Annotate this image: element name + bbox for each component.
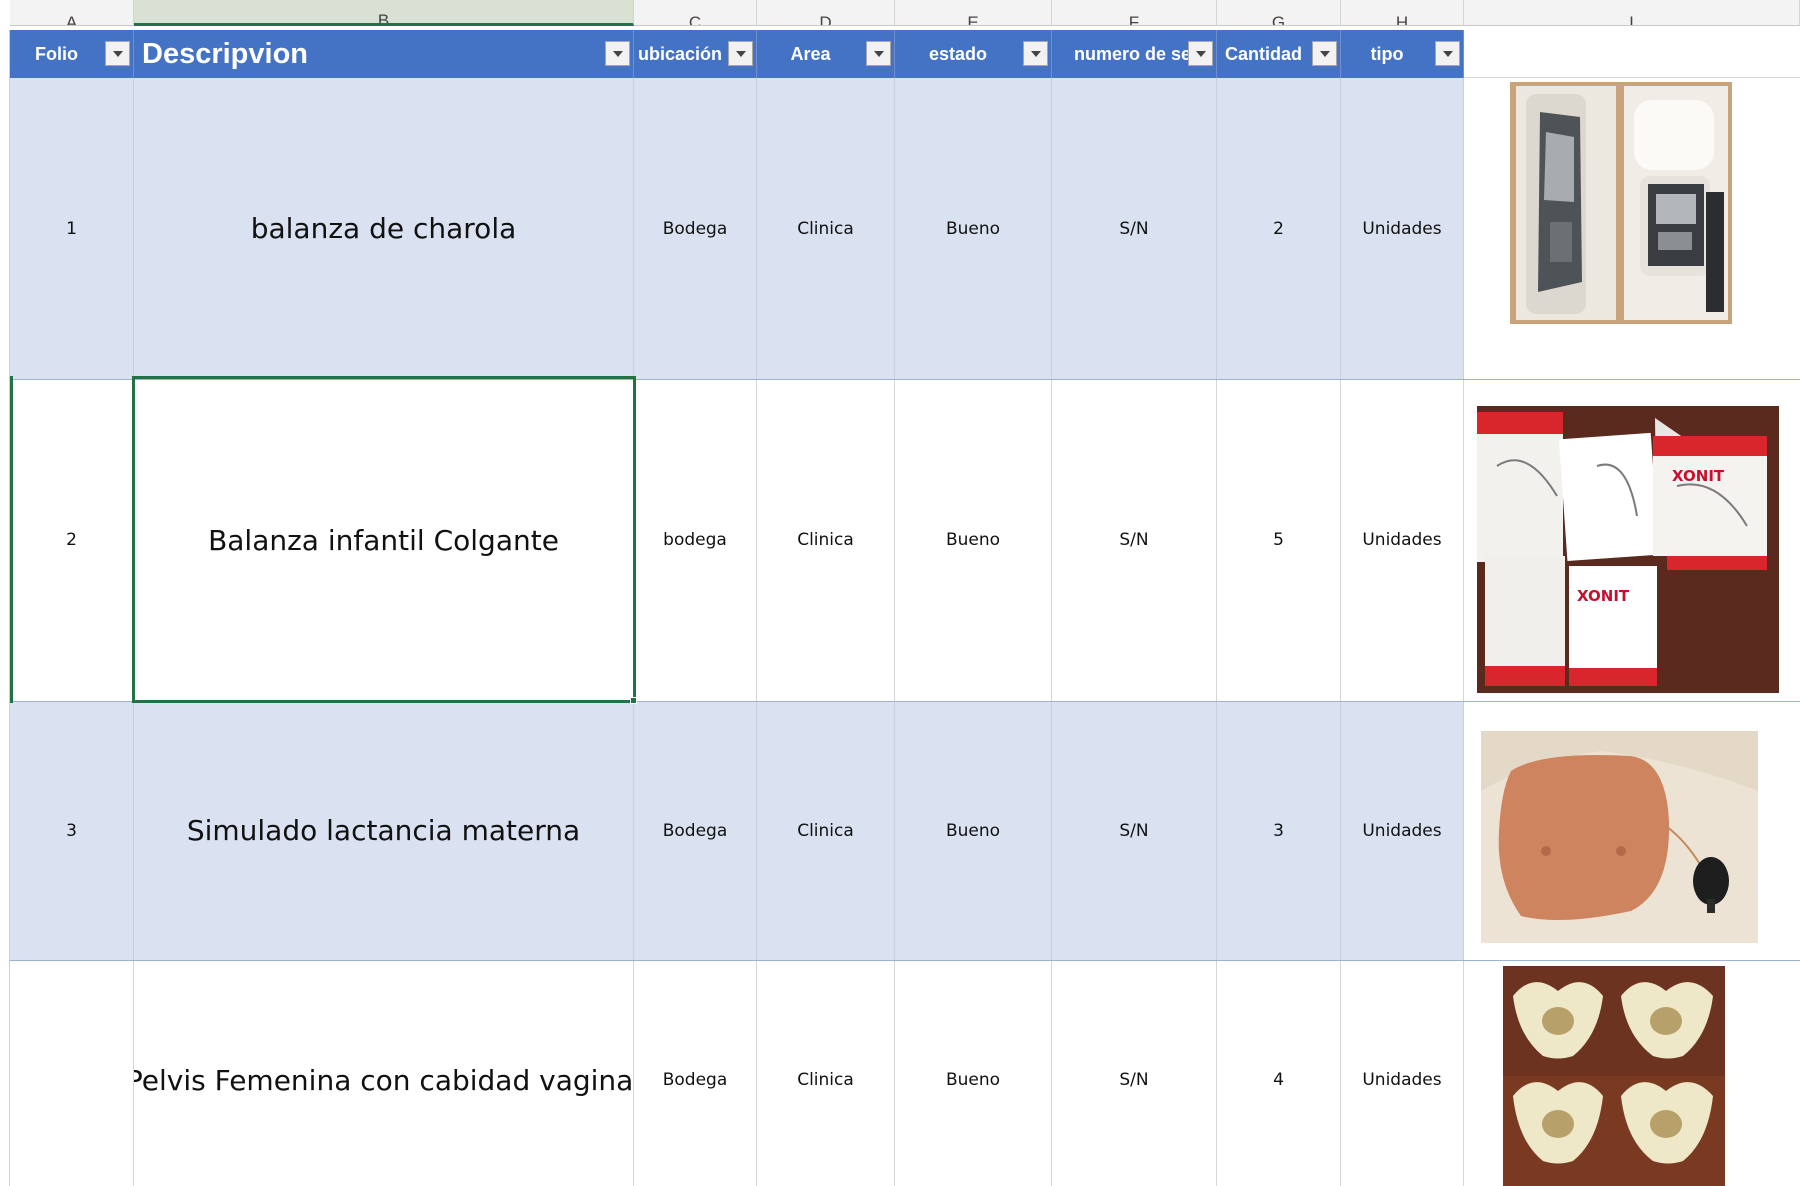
cell-folio[interactable]	[10, 960, 134, 1186]
cell-ubicacion[interactable]: Bodega	[634, 78, 757, 379]
filter-dropdown-estado[interactable]	[1023, 41, 1048, 66]
fill-handle[interactable]	[630, 697, 637, 704]
filter-dropdown-tipo[interactable]	[1435, 41, 1460, 66]
cell-estado[interactable]: Bueno	[895, 701, 1052, 960]
cell-folio[interactable]: 2	[10, 379, 134, 701]
cell-tipo[interactable]: Unidades	[1341, 960, 1464, 1186]
header-ubicacion: ubicación	[634, 30, 757, 78]
column-header-i[interactable]: I	[1464, 0, 1800, 26]
cell-cantidad[interactable]: 4	[1217, 960, 1341, 1186]
column-header-c[interactable]: C	[634, 0, 757, 26]
cell-descripcion[interactable]: Pelvis Femenina con cabidad vaginal	[134, 960, 634, 1186]
cell-cantidad[interactable]: 5	[1217, 379, 1341, 701]
cell-tipo[interactable]: Unidades	[1341, 701, 1464, 960]
cell-area[interactable]: Clinica	[757, 701, 895, 960]
xonit-logo-1: XONIT	[1672, 467, 1725, 485]
column-header-a[interactable]: A	[10, 0, 134, 26]
cell-numero-serie[interactable]: S/N	[1052, 78, 1217, 379]
cell-folio[interactable]: 1	[10, 78, 134, 379]
header-blank-i	[1464, 30, 1800, 78]
cell-numero-serie[interactable]: S/N	[1052, 701, 1217, 960]
header-numero-serie: numero de serie	[1052, 30, 1217, 78]
boxed-tray-scale-photo	[1510, 82, 1732, 324]
cell-cantidad[interactable]: 2	[1217, 78, 1341, 379]
cell-estado[interactable]: Bueno	[895, 960, 1052, 1186]
active-cell-selection	[132, 376, 636, 703]
cell-tipo[interactable]: Unidades	[1341, 78, 1464, 379]
breastfeeding-simulator-photo	[1481, 731, 1758, 943]
filter-dropdown-numero-serie[interactable]	[1188, 41, 1213, 66]
cell-estado[interactable]: Bueno	[895, 379, 1052, 701]
cell-cantidad[interactable]: 3	[1217, 701, 1341, 960]
column-header-e[interactable]: E	[895, 0, 1052, 26]
header-area: Area	[757, 30, 895, 78]
cell-ubicacion[interactable]: bodega	[634, 379, 757, 701]
filter-dropdown-folio[interactable]	[105, 41, 130, 66]
cell-descripcion[interactable]: balanza de charola	[134, 78, 634, 379]
header-tipo: tipo	[1341, 30, 1464, 78]
column-header-h[interactable]: H	[1341, 0, 1464, 26]
header-estado: estado	[895, 30, 1052, 78]
cell-descripcion[interactable]: Simulado lactancia materna	[134, 701, 634, 960]
female-pelvis-models-photo	[1503, 966, 1725, 1186]
cell-numero-serie[interactable]: S/N	[1052, 960, 1217, 1186]
cell-area[interactable]: Clinica	[757, 379, 895, 701]
column-header-f[interactable]: F	[1052, 0, 1217, 26]
cell-ubicacion[interactable]: Bodega	[634, 701, 757, 960]
cell-area[interactable]: Clinica	[757, 78, 895, 379]
filter-dropdown-area[interactable]	[866, 41, 891, 66]
filter-dropdown-cantidad[interactable]	[1312, 41, 1337, 66]
column-header-g[interactable]: G	[1217, 0, 1341, 26]
column-header-b[interactable]: B	[134, 0, 634, 26]
row-divider	[10, 960, 1800, 961]
cell-tipo[interactable]: Unidades	[1341, 379, 1464, 701]
filter-dropdown-ubicacion[interactable]	[728, 41, 753, 66]
header-cantidad: Cantidad	[1217, 30, 1341, 78]
column-header-d[interactable]: D	[757, 0, 895, 26]
header-folio: Folio	[10, 30, 134, 78]
cell-estado[interactable]: Bueno	[895, 78, 1052, 379]
sheet-left-edge	[0, 30, 10, 1186]
cell-folio[interactable]: 3	[10, 701, 134, 960]
row-2-left-border	[10, 376, 13, 703]
xonit-logo-2: XONIT	[1577, 587, 1630, 605]
cell-numero-serie[interactable]: S/N	[1052, 379, 1217, 701]
header-descripcion: Descripvion	[134, 30, 634, 78]
cell-ubicacion[interactable]: Bodega	[634, 960, 757, 1186]
filter-dropdown-descripcion[interactable]	[605, 41, 630, 66]
xonit-hanging-scale-boxes-photo: XONIT XONIT	[1477, 406, 1779, 693]
cell-area[interactable]: Clinica	[757, 960, 895, 1186]
